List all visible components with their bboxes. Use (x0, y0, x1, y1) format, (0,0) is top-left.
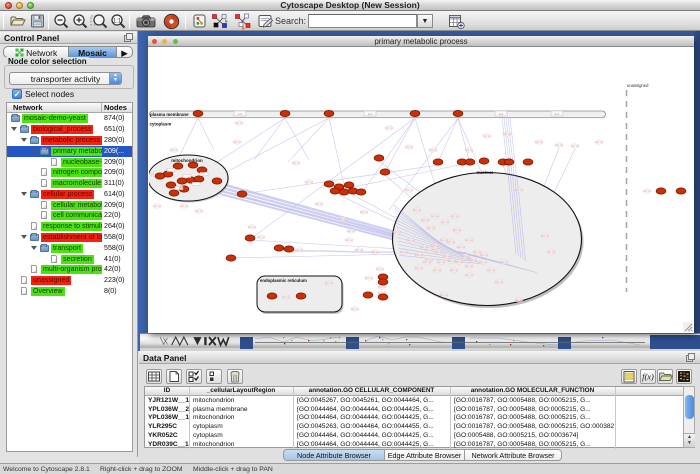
svg-text:GO:nn: GO:nn (405, 189, 413, 192)
svg-text:GO:nn: GO:nn (643, 190, 651, 193)
svg-text:GO:nn: GO:nn (425, 249, 433, 252)
svg-text:GO:nn: GO:nn (315, 203, 323, 206)
svg-text:GO:nn: GO:nn (433, 269, 441, 272)
svg-text:GO:nn: GO:nn (339, 218, 347, 221)
svg-text:GO:nn: GO:nn (465, 274, 473, 277)
svg-text:GO:nn: GO:nn (515, 299, 523, 302)
svg-text:GO:nn: GO:nn (429, 149, 437, 152)
svg-text:GO:nn: GO:nn (423, 261, 431, 264)
svg-text:GO:nn: GO:nn (495, 281, 503, 284)
svg-text:GO:nn: GO:nn (325, 282, 333, 285)
svg-text:GO:nn: GO:nn (170, 149, 178, 152)
svg-text:GO:nn: GO:nn (347, 230, 355, 233)
svg-text:GO:nn: GO:nn (415, 254, 423, 257)
svg-text:GO:nn: GO:nn (571, 145, 579, 148)
svg-text:GO:nn: GO:nn (415, 267, 423, 270)
svg-text:GO:nn: GO:nn (360, 211, 368, 214)
svg-text:GO:nn: GO:nn (455, 261, 463, 264)
svg-text:GO:nn: GO:nn (233, 141, 241, 144)
svg-text:GO:nn: GO:nn (371, 251, 379, 254)
svg-text:GO:nn: GO:nn (450, 269, 458, 272)
svg-text:GO:nn: GO:nn (405, 146, 413, 149)
svg-text:GO:nn: GO:nn (180, 205, 188, 208)
svg-text:mitochondrion: mitochondrion (171, 158, 203, 163)
svg-text:GO:nn: GO:nn (555, 144, 563, 147)
svg-text:GO:nn: GO:nn (248, 226, 256, 229)
svg-text:GO:nn: GO:nn (292, 162, 300, 165)
svg-text:GO:nn: GO:nn (500, 261, 508, 264)
svg-text:GO:nn: GO:nn (465, 265, 473, 268)
svg-text:GO:nn: GO:nn (385, 127, 393, 130)
svg-text:GO:nn: GO:nn (235, 122, 243, 125)
svg-text:f(x): f(x) (642, 372, 654, 382)
svg-text:GO:nn: GO:nn (435, 251, 443, 254)
svg-text:GO:nn: GO:nn (541, 235, 549, 238)
svg-text:GO:nn: GO:nn (376, 268, 384, 271)
svg-text:unassigned: unassigned (627, 83, 649, 88)
svg-text:p-m: p-m (368, 113, 372, 116)
svg-text:GO:nn: GO:nn (378, 286, 386, 289)
svg-text:GO:nn: GO:nn (465, 239, 473, 242)
svg-text:GO:nn: GO:nn (535, 141, 543, 144)
svg-text:endoplasmic reticulum: endoplasmic reticulum (260, 278, 307, 283)
svg-text:nucleus: nucleus (476, 170, 494, 175)
svg-text:GO:nn: GO:nn (479, 261, 487, 264)
svg-text:GO:nn: GO:nn (440, 294, 448, 297)
svg-text:GO:nn: GO:nn (305, 181, 313, 184)
svg-text:GO:nn: GO:nn (421, 219, 429, 222)
svg-text:GO:nn: GO:nn (469, 259, 477, 262)
svg-text:GO:nn: GO:nn (437, 261, 445, 264)
svg-text:GO:nn: GO:nn (355, 249, 363, 252)
svg-text:GO:nn: GO:nn (195, 210, 203, 213)
svg-text:GO:nn: GO:nn (443, 255, 451, 258)
svg-text:1:1: 1:1 (113, 18, 122, 24)
svg-text:p-m: p-m (238, 113, 242, 116)
svg-text:GO:nn: GO:nn (393, 231, 401, 234)
svg-text:GO:nn: GO:nn (503, 133, 511, 136)
svg-text:GO:nn: GO:nn (447, 241, 455, 244)
svg-text:GO:nn: GO:nn (595, 141, 603, 144)
svg-text:p-m: p-m (499, 113, 503, 116)
svg-text:GO:nn: GO:nn (345, 239, 353, 242)
svg-text:GO:nn: GO:nn (413, 209, 421, 212)
svg-text:GO:nn: GO:nn (480, 254, 488, 257)
svg-text:GO:nn: GO:nn (407, 239, 415, 242)
svg-text:GO:nn: GO:nn (487, 269, 495, 272)
svg-text:GO:nn: GO:nn (365, 277, 373, 280)
svg-text:GO:nn: GO:nn (465, 149, 473, 152)
svg-text:GO:nn: GO:nn (483, 135, 491, 138)
svg-text:cytoplasm: cytoplasm (150, 122, 172, 127)
svg-text:GO:nn: GO:nn (257, 236, 265, 239)
svg-text:GO:nn: GO:nn (295, 249, 303, 252)
svg-text:GO:nn: GO:nn (400, 251, 408, 254)
svg-text:plasma membrane: plasma membrane (150, 112, 189, 117)
svg-text:GO:nn: GO:nn (153, 205, 161, 208)
svg-text:p-m: p-m (555, 113, 559, 116)
svg-text:GO:nn: GO:nn (461, 255, 469, 258)
svg-text:GO:nn: GO:nn (282, 296, 290, 299)
svg-text:GO:nn: GO:nn (451, 215, 459, 218)
svg-text:GO:nn: GO:nn (441, 221, 449, 224)
svg-text:GO:nn: GO:nn (351, 308, 359, 311)
svg-text:GO:nn: GO:nn (427, 227, 435, 230)
svg-text:GO:nn: GO:nn (431, 245, 439, 248)
svg-text:GO:nn: GO:nn (457, 246, 465, 249)
svg-text:GO:nn: GO:nn (547, 251, 555, 254)
svg-text:GO:nn: GO:nn (431, 215, 439, 218)
svg-text:GO:nn: GO:nn (515, 189, 523, 192)
svg-text:GO:nn: GO:nn (453, 229, 461, 232)
